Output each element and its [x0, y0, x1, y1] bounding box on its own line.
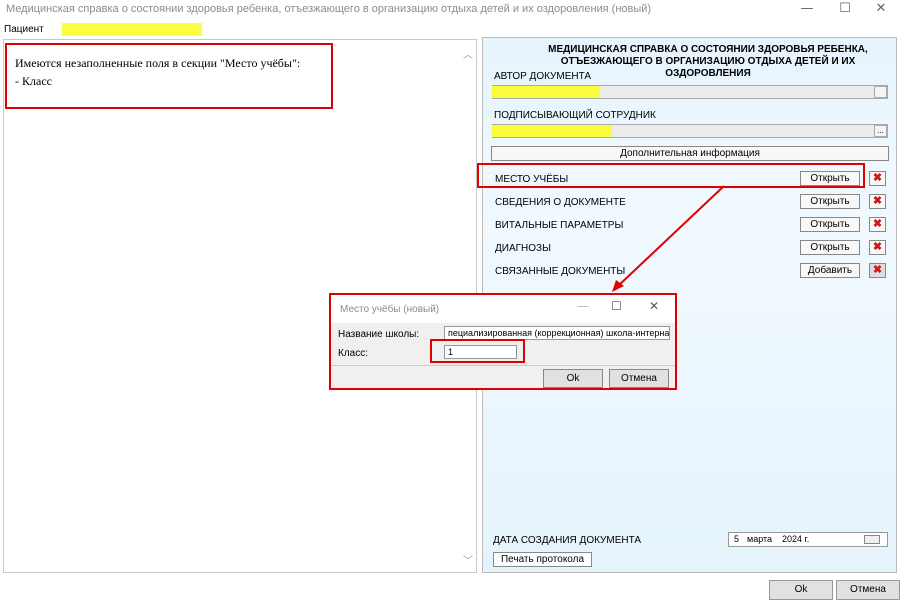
signer-name-redacted — [492, 125, 612, 137]
maximize-icon[interactable]: ☐ — [830, 0, 860, 20]
delete-icon: ✖ — [872, 218, 883, 230]
delete-document-info-button[interactable]: ✖ — [869, 194, 886, 209]
cancel-button[interactable]: Отмена — [836, 580, 900, 600]
delete-icon: ✖ — [872, 264, 883, 276]
delete-icon: ✖ — [872, 195, 883, 207]
calendar-dropdown-icon[interactable] — [864, 535, 880, 544]
class-label: Класс: — [338, 348, 368, 359]
ok-button[interactable]: Ok — [769, 580, 833, 600]
document-title-line: МЕДИЦИНСКАЯ СПРАВКА О СОСТОЯНИИ ЗДОРОВЬЯ… — [548, 44, 868, 55]
creation-date-label: ДАТА СОЗДАНИЯ ДОКУМЕНТА — [493, 535, 642, 546]
dialog-close-icon[interactable]: ✕ — [649, 299, 659, 313]
creation-date-picker[interactable]: 5 марта 2024 г. — [728, 532, 888, 547]
window-title: Медицинская справка о состоянии здоровья… — [6, 3, 652, 15]
delete-study-place-button[interactable]: ✖ — [869, 171, 886, 186]
date-day: 5 — [734, 534, 740, 544]
signer-browse-button[interactable]: ... — [874, 125, 887, 137]
window-titlebar: Медицинская справка о состоянии здоровья… — [0, 0, 900, 20]
delete-diagnoses-button[interactable]: ✖ — [869, 240, 886, 255]
open-document-info-button[interactable]: Открыть — [800, 194, 860, 209]
delete-icon: ✖ — [872, 241, 883, 253]
section-label: ДИАГНОЗЫ — [495, 243, 551, 254]
additional-info-button[interactable]: Дополнительная информация — [491, 146, 889, 161]
school-label: Название школы: — [338, 329, 420, 340]
minimize-icon[interactable]: — — [792, 0, 822, 20]
date-year: 2024 г. — [782, 534, 810, 544]
author-browse-button[interactable] — [874, 86, 887, 98]
dialog-title: Место учёбы (новый) — [340, 304, 440, 315]
date-month: марта — [747, 534, 773, 544]
delete-icon: ✖ — [872, 172, 883, 184]
dialog-minimize-icon[interactable]: — — [577, 299, 589, 313]
validation-message: Имеются незаполненные поля в секции "Мес… — [5, 43, 333, 109]
close-icon[interactable]: ✕ — [866, 0, 896, 20]
delete-linked-docs-button[interactable]: ✖ — [869, 263, 886, 278]
patient-label: Пациент — [4, 24, 44, 35]
dialog-divider — [331, 365, 675, 366]
dialog-titlebar: Место учёбы (новый) — ☐ ✕ — [331, 295, 675, 323]
author-label: АВТОР ДОКУМЕНТА — [494, 71, 592, 82]
annotation-arrow — [612, 185, 725, 292]
print-protocol-button[interactable]: Печать протокола — [493, 552, 592, 567]
validation-message-line: Имеются незаполненные поля в секции "Мес… — [15, 56, 301, 70]
patient-row: Пациент — [0, 22, 900, 38]
scroll-down-icon[interactable]: ﹀ — [463, 552, 473, 567]
delete-vital-params-button[interactable]: ✖ — [869, 217, 886, 232]
dialog-maximize-icon[interactable]: ☐ — [611, 299, 622, 313]
add-linked-doc-button[interactable]: Добавить — [800, 263, 860, 278]
author-name-redacted — [492, 86, 600, 98]
study-place-dialog: Место учёбы (новый) — ☐ ✕ Название школы… — [329, 293, 677, 390]
annotation-highlight-class — [430, 339, 525, 363]
validation-message-item: - Класс — [15, 74, 52, 88]
open-vital-params-button[interactable]: Открыть — [800, 217, 860, 232]
dialog-cancel-button[interactable]: Отмена — [609, 369, 669, 388]
dialog-ok-button[interactable]: Ok — [543, 369, 603, 388]
patient-name-redacted — [62, 23, 202, 36]
open-diagnoses-button[interactable]: Открыть — [800, 240, 860, 255]
school-input[interactable]: пециализированная (коррекционная) школа-… — [444, 326, 670, 340]
scroll-up-icon[interactable]: ︿ — [463, 46, 473, 61]
signer-label: ПОДПИСЫВАЮЩИЙ СОТРУДНИК — [494, 110, 656, 121]
